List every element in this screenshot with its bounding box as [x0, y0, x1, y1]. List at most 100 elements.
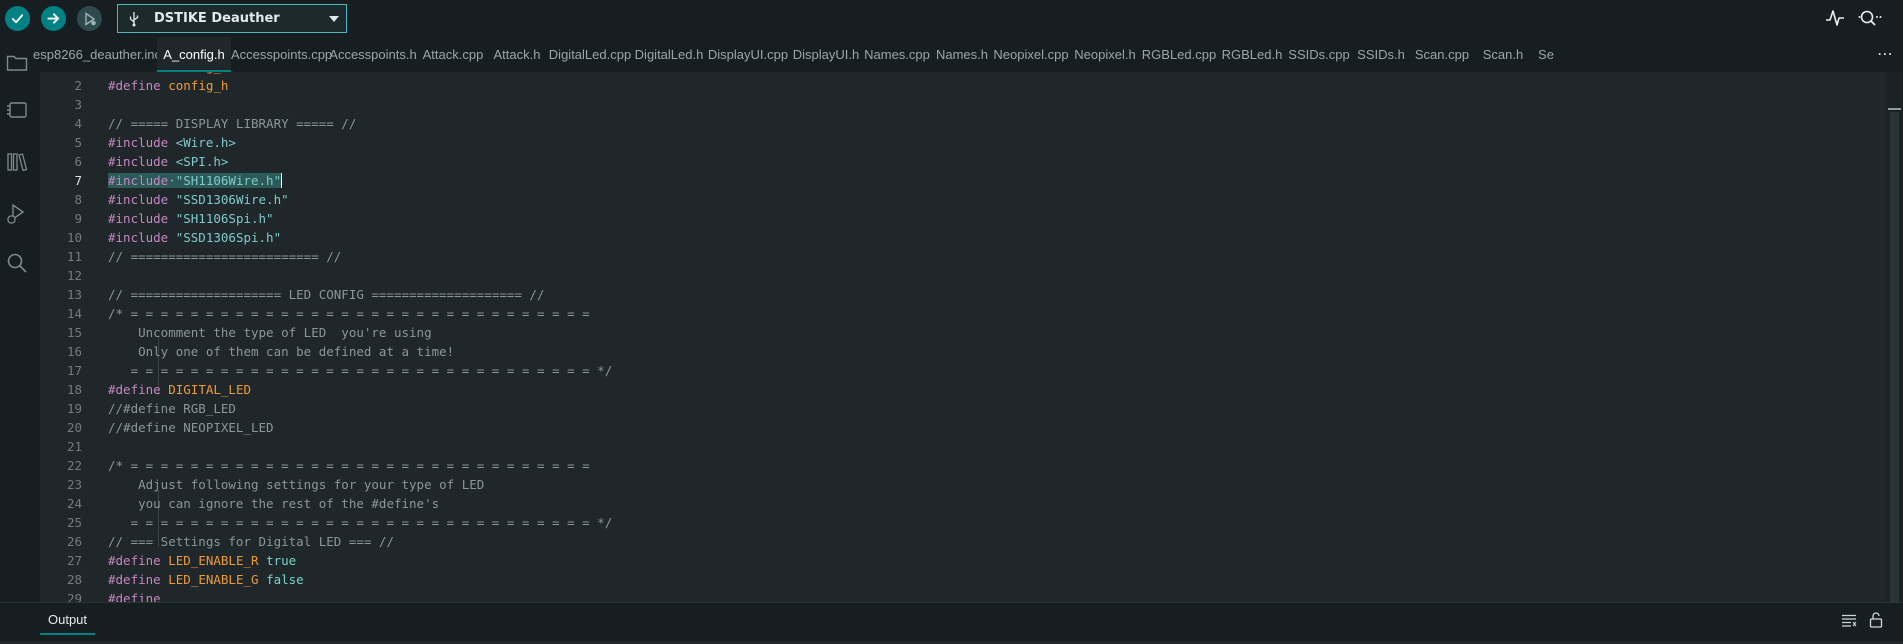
code-line[interactable]: 7 #include·"SH1106Wire.h"	[40, 171, 1886, 190]
debug-icon[interactable]	[3, 200, 31, 228]
line-number: 10	[66, 230, 82, 245]
code-line[interactable]: 4 // ===== DISPLAY LIBRARY ===== //	[40, 114, 1886, 133]
code-text: #define LED_ENABLE_G false	[108, 570, 304, 589]
code-line[interactable]: 25 = = = = = = = = = = = = = = = = = = =…	[40, 513, 1886, 532]
code-line[interactable]: 26 // === Settings for Digital LED === //	[40, 532, 1886, 551]
code-line[interactable]: 17 = = = = = = = = = = = = = = = = = = =…	[40, 361, 1886, 380]
code-line[interactable]: 16 Only one of them can be defined at a …	[40, 342, 1886, 361]
tab-attack-cpp[interactable]: Attack.cpp	[419, 37, 487, 72]
code-text: // ========================= //	[108, 247, 341, 266]
usb-icon	[128, 11, 152, 27]
code-line[interactable]: 15 Uncomment the type of LED you're usin…	[40, 323, 1886, 342]
code-token: #include	[108, 211, 176, 226]
code-token: DIGITAL_LED	[168, 382, 252, 397]
code-line[interactable]: 22 /* = = = = = = = = = = = = = = = = = =…	[40, 456, 1886, 475]
code-editor[interactable]: 1#ifndef config_h2#define config_h34// =…	[40, 72, 1886, 602]
code-line[interactable]: 24 you can ignore the rest of the #defin…	[40, 494, 1886, 513]
code-line[interactable]: 27 #define LED_ENABLE_R true	[40, 551, 1886, 570]
code-token: // === Settings for Digital LED === //	[108, 534, 394, 549]
verify-button[interactable]	[5, 6, 30, 31]
tab-digitalled-h[interactable]: DigitalLed.h	[633, 37, 705, 72]
tab-neopixel-cpp[interactable]: Neopixel.cpp	[991, 37, 1071, 72]
tab-displayui-h[interactable]: DisplayUI.h	[791, 37, 861, 72]
debug-button[interactable]	[77, 6, 102, 31]
tab-overflow[interactable]: Se	[1531, 37, 1561, 72]
file-tabs: esp8266_deauther.ino A_config.h Accesspo…	[33, 37, 1903, 72]
code-token: #define	[108, 591, 169, 602]
serial-plotter-button[interactable]	[1823, 6, 1847, 30]
tab-rgbled-cpp[interactable]: RGBLed.cpp	[1139, 37, 1219, 72]
code-line[interactable]: 5 #include <Wire.h>	[40, 133, 1886, 152]
tab-ssids-h[interactable]: SSIDs.h	[1353, 37, 1409, 72]
line-number: 4	[74, 116, 82, 131]
scrollbar-thumb[interactable]	[1890, 112, 1899, 644]
code-text: #include <SPI.h>	[108, 152, 228, 171]
code-line[interactable]: 29 #define	[40, 589, 1886, 602]
output-tab[interactable]: Output	[40, 607, 96, 635]
code-line[interactable]: 28 #define LED_ENABLE_G false	[40, 570, 1886, 589]
tab-rgbled-h[interactable]: RGBLed.h	[1219, 37, 1285, 72]
tab-digitalled-cpp[interactable]: DigitalLed.cpp	[547, 37, 633, 72]
code-line[interactable]: 2 #define config_h	[40, 76, 1886, 95]
tab-accesspoints-cpp[interactable]: Accesspoints.cpp	[231, 37, 332, 72]
code-token: = = = = = = = = = = = = = = = = = = = = …	[108, 515, 613, 530]
code-token: false	[266, 572, 304, 587]
tab-esp8266-deauther-ino[interactable]: esp8266_deauther.ino	[33, 37, 162, 72]
code-token: /* = = = = = = = = = = = = = = = = = = =…	[108, 306, 590, 321]
tab-ssids-cpp[interactable]: SSIDs.cpp	[1285, 37, 1353, 72]
code-line[interactable]: 11 // ========================= //	[40, 247, 1886, 266]
tab-names-h[interactable]: Names.h	[933, 37, 991, 72]
check-icon	[11, 14, 24, 24]
editor-scrollbar[interactable]	[1886, 72, 1903, 644]
code-line[interactable]: 13 // ==================== LED CONFIG ===…	[40, 285, 1886, 304]
code-line[interactable]: 12	[40, 266, 1886, 285]
more-tabs-icon[interactable]: ⋯	[1877, 37, 1893, 72]
code-token: #include	[108, 192, 176, 207]
tab-scan-cpp[interactable]: Scan.cpp	[1409, 37, 1475, 72]
code-line[interactable]: 14 /* = = = = = = = = = = = = = = = = = =…	[40, 304, 1886, 323]
code-line[interactable]: 6 #include <SPI.h>	[40, 152, 1886, 171]
tab-neopixel-h[interactable]: Neopixel.h	[1071, 37, 1139, 72]
line-number: 27	[66, 553, 82, 568]
code-token: LED_ENABLE_G	[168, 572, 259, 587]
tab-names-cpp[interactable]: Names.cpp	[861, 37, 933, 72]
code-token: #include	[108, 154, 176, 169]
output-panel: Output	[0, 602, 1903, 644]
chevron-down-icon	[322, 15, 346, 22]
tab-scan-h[interactable]: Scan.h	[1475, 37, 1531, 72]
line-number: 12	[66, 268, 82, 283]
tab-a-config-h[interactable]: A_config.h	[157, 37, 231, 72]
code-token: "SSD1306Spi.h"	[175, 230, 282, 245]
code-text: #include <Wire.h>	[108, 133, 236, 152]
tab-attack-h[interactable]: Attack.h	[487, 37, 547, 72]
folder-icon[interactable]	[3, 49, 31, 77]
code-line[interactable]: 8 #include "SSD1306Wire.h"	[40, 190, 1886, 209]
serial-monitor-button[interactable]	[1857, 6, 1885, 30]
code-line[interactable]: 19 //#define RGB_LED	[40, 399, 1886, 418]
code-line[interactable]: 20 //#define NEOPIXEL_LED	[40, 418, 1886, 437]
scroll-lock-button[interactable]	[1867, 611, 1885, 629]
line-number: 23	[66, 477, 82, 492]
code-text: #include "SH1106Spi.h"	[108, 209, 274, 228]
line-number: 20	[66, 420, 82, 435]
tab-accesspoints-h[interactable]: Accesspoints.h	[327, 37, 419, 72]
upload-button[interactable]	[41, 6, 66, 31]
code-token: // ==================== LED CONFIG =====…	[108, 287, 545, 302]
code-line[interactable]: 10 #include "SSD1306Spi.h"	[40, 228, 1886, 247]
code-token: /* = = = = = = = = = = = = = = = = = = =…	[108, 458, 590, 473]
code-text: Only one of them can be defined at a tim…	[108, 342, 454, 361]
code-line[interactable]: 9 #include "SH1106Spi.h"	[40, 209, 1886, 228]
code-line[interactable]: 3	[40, 95, 1886, 114]
code-line[interactable]: 18 #define DIGITAL_LED	[40, 380, 1886, 399]
library-icon[interactable]	[3, 148, 31, 176]
board-selector[interactable]: DSTIKE Deauther	[117, 4, 347, 33]
code-line[interactable]: 21	[40, 437, 1886, 456]
tab-displayui-cpp[interactable]: DisplayUI.cpp	[705, 37, 791, 72]
code-line[interactable]: 23 Adjust following settings for your ty…	[40, 475, 1886, 494]
code-text: // === Settings for Digital LED === //	[108, 532, 394, 551]
search-icon[interactable]	[3, 249, 31, 277]
clear-output-button[interactable]	[1840, 611, 1858, 629]
board-icon[interactable]	[3, 96, 31, 124]
line-number: 6	[74, 154, 82, 169]
code-token: "SH1106Spi.h"	[175, 211, 274, 226]
